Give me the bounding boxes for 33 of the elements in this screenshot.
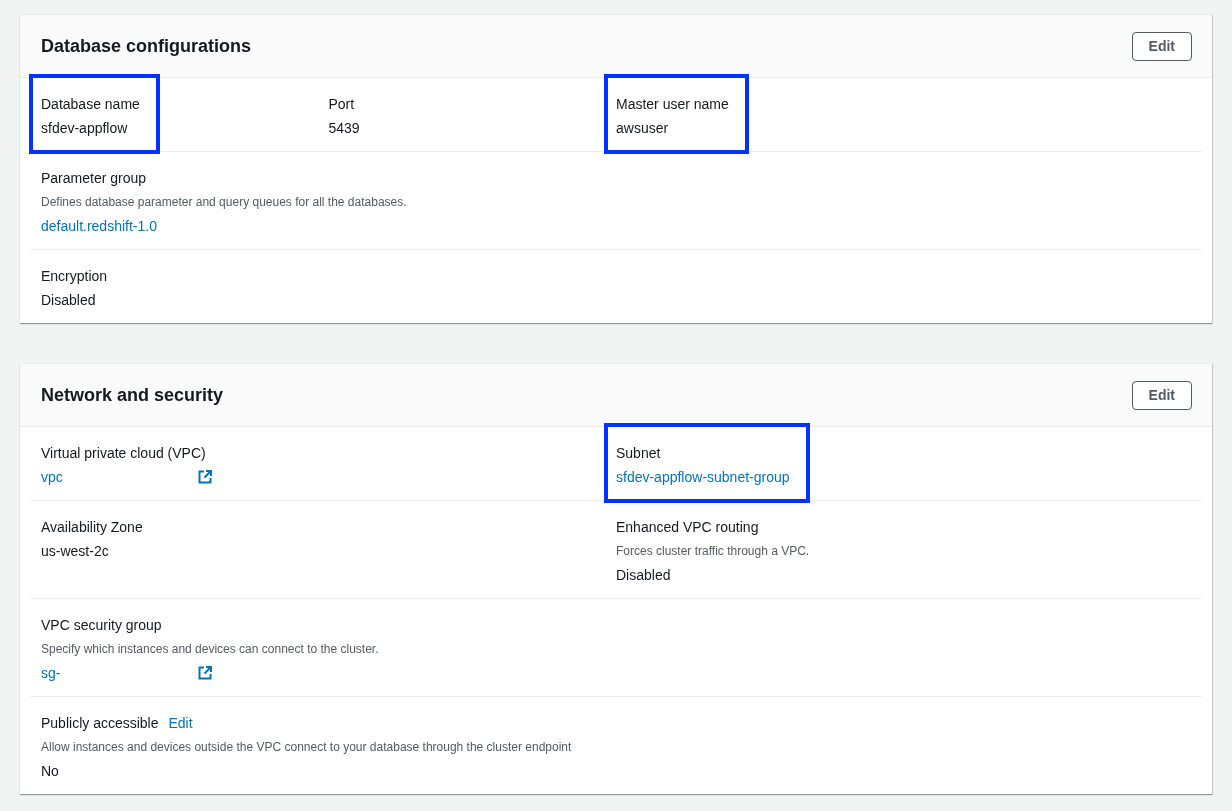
edit-link[interactable]: Edit: [168, 713, 193, 733]
field-label: Parameter group: [41, 169, 147, 188]
field-description: Allow instances and devices outside the VPC connect to your database through the cluster endpoint: [41, 739, 572, 755]
field-value-link[interactable]: vpc: [41, 467, 63, 487]
field-value-link[interactable]: sfdev-appflow-subnet-group: [616, 467, 790, 487]
field-value: Disabled: [616, 566, 671, 585]
edit-button[interactable]: Edit: [1131, 31, 1192, 61]
field-value: sfdev-appflow: [41, 119, 128, 138]
field-label: Availability Zone: [41, 518, 143, 537]
field-label: Subnet: [616, 444, 661, 463]
field-label: Port: [328, 95, 355, 114]
section-title: Network and security: [41, 383, 224, 407]
field-label: Database name: [41, 95, 140, 114]
field-value: Disabled: [41, 291, 96, 310]
field-value: 5439: [328, 119, 360, 138]
external-link-icon[interactable]: [198, 470, 212, 484]
field-label: Publicly accessible: [41, 714, 159, 733]
field-value-link[interactable]: sg-: [41, 663, 61, 683]
field-value: us-west-2c: [41, 542, 109, 561]
field-label: Master user name: [616, 95, 729, 114]
field-value: awsuser: [616, 119, 669, 138]
external-link-icon[interactable]: [198, 666, 212, 680]
field-label: Enhanced VPC routing: [616, 518, 759, 537]
field-label: Encryption: [41, 267, 108, 286]
field-value-link[interactable]: default.redshift-1.0: [41, 216, 157, 236]
field-description: Forces cluster traffic through a VPC.: [616, 543, 810, 559]
field-value: No: [41, 762, 59, 781]
field-description: Specify which instances and devices can connect to the cluster.: [41, 641, 379, 657]
section-title: Database configurations: [41, 34, 252, 58]
field-label: Virtual private cloud (VPC): [41, 444, 206, 463]
edit-button[interactable]: Edit: [1131, 380, 1192, 410]
field-description: Defines database parameter and query queues for all the databases.: [41, 194, 407, 210]
field-label: VPC security group: [41, 616, 162, 635]
